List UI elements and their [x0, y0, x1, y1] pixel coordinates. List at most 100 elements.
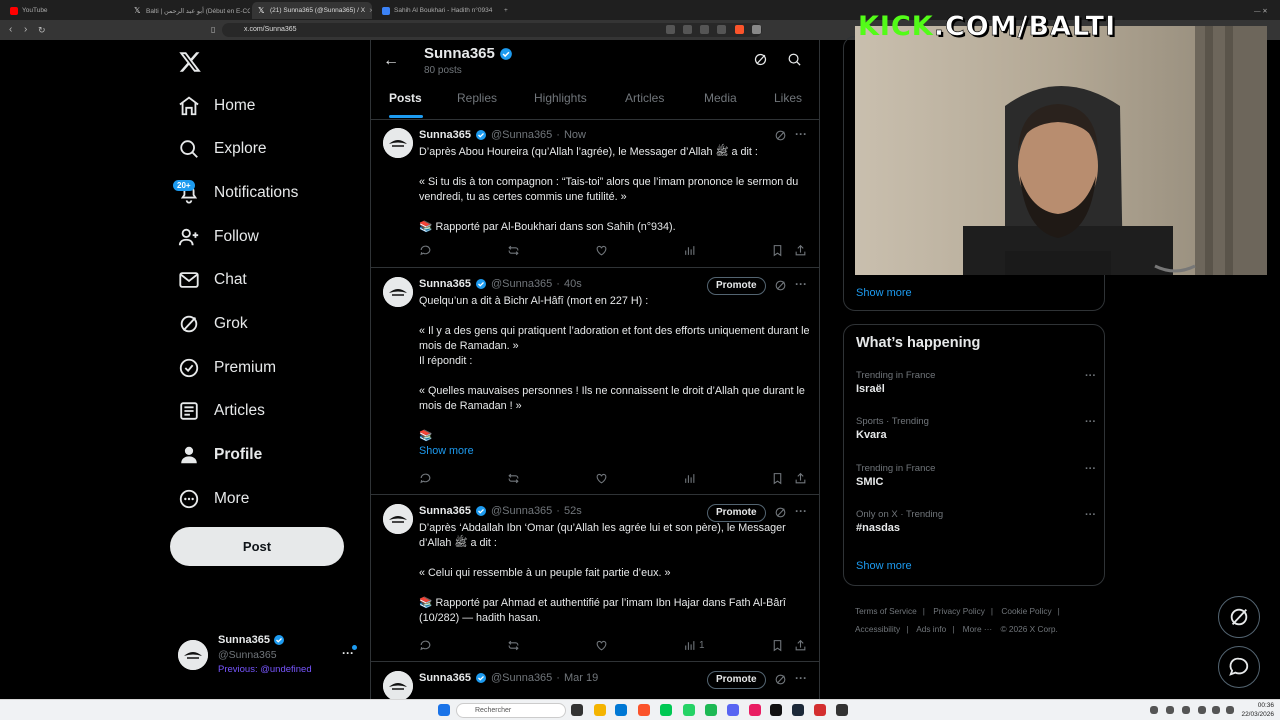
more-icon[interactable]: ··· — [795, 277, 807, 291]
grok-floating-button[interactable] — [1218, 596, 1260, 638]
tweet-time[interactable]: Now — [564, 129, 586, 141]
sidebar-item-profile[interactable]: Profile — [178, 438, 262, 472]
like-icon[interactable] — [595, 639, 608, 652]
reload-icon[interactable]: ↻ — [38, 24, 46, 36]
back-icon[interactable]: ‹ — [9, 24, 12, 36]
grok-icon[interactable] — [774, 279, 787, 292]
volume-icon[interactable] — [1212, 706, 1220, 714]
browser-tab[interactable]: 𝕏 Balti | أبو عبد الرحمن (Début en E-COM… — [128, 2, 250, 19]
translate-icon[interactable] — [666, 25, 675, 34]
sidebar-item-grok[interactable]: Grok — [178, 307, 248, 341]
taskbar-clock[interactable]: 00:36 22/03/2026 — [1238, 701, 1274, 719]
file-explorer-icon[interactable] — [594, 704, 606, 716]
trend-item[interactable]: Trending in France SMIC ··· — [856, 463, 1096, 488]
like-icon[interactable] — [595, 472, 608, 485]
reply-icon[interactable] — [419, 472, 432, 485]
windows-start-icon[interactable] — [438, 704, 450, 716]
rewards-icon[interactable] — [752, 25, 761, 34]
repost-icon[interactable] — [507, 472, 520, 485]
footer-link[interactable]: Cookie Policy — [1001, 606, 1051, 616]
app-icon[interactable] — [749, 704, 761, 716]
sidebar-item-articles[interactable]: Articles — [178, 394, 265, 428]
browser-tab[interactable]: YouTube — [4, 2, 128, 19]
search-icon[interactable] — [787, 52, 802, 67]
tab-articles[interactable]: Articles — [625, 91, 664, 105]
more-icon[interactable]: ··· — [1085, 463, 1096, 475]
app-icon[interactable] — [660, 704, 672, 716]
bookmark-icon[interactable] — [771, 472, 784, 485]
sidebar-item-home[interactable]: Home — [178, 89, 255, 123]
browser-tab-active[interactable]: 𝕏 (21) Sunna365 (@Sunna365) / X × — [252, 2, 372, 19]
show-more-link[interactable]: Show more — [856, 287, 912, 299]
bookmark-icon[interactable]: ▯ — [211, 24, 215, 36]
more-icon[interactable]: ··· — [795, 127, 807, 141]
author-handle[interactable]: @Sunna365 — [491, 672, 552, 684]
cast-icon[interactable] — [700, 25, 709, 34]
views-icon[interactable] — [683, 472, 699, 485]
grok-icon[interactable] — [753, 52, 768, 67]
sidebar-item-chat[interactable]: Chat — [178, 263, 247, 297]
more-icon[interactable]: ··· — [1085, 370, 1096, 382]
more-icon[interactable]: ··· — [1085, 509, 1096, 521]
wifi-icon[interactable] — [1198, 706, 1206, 714]
bookmark-icon[interactable] — [771, 639, 784, 652]
tab-posts[interactable]: Posts — [389, 91, 422, 105]
account-switcher[interactable]: Sunna365 @Sunna365 Previous: @undefined … — [178, 634, 368, 678]
x-logo[interactable] — [178, 50, 202, 74]
battery-icon[interactable] — [1226, 706, 1234, 714]
promote-button[interactable]: Promote — [707, 277, 766, 295]
tray-icon[interactable] — [1150, 706, 1158, 714]
grok-icon[interactable] — [774, 673, 787, 686]
whatsapp-icon[interactable] — [683, 704, 695, 716]
reply-icon[interactable] — [419, 244, 432, 257]
show-more-link[interactable]: Show more — [419, 444, 811, 459]
window-controls[interactable]: — ✕ — [1248, 2, 1276, 19]
footer-link[interactable]: Ads info — [916, 624, 946, 634]
tweet[interactable]: Sunna365 @Sunna365 · 40s Promote ··· Que… — [371, 269, 819, 495]
more-icon[interactable]: ··· — [1085, 416, 1096, 428]
footer-link[interactable]: More ··· — [963, 624, 993, 634]
promote-button[interactable]: Promote — [707, 504, 766, 522]
author-name[interactable]: Sunna365 — [419, 672, 471, 684]
reply-icon[interactable] — [419, 639, 432, 652]
sidebar-item-notifications[interactable]: Notifications — [178, 176, 298, 210]
tweet-time[interactable]: 52s — [564, 505, 582, 517]
tab-highlights[interactable]: Highlights — [534, 91, 587, 105]
author-name[interactable]: Sunna365 — [419, 505, 471, 517]
show-more-link[interactable]: Show more — [856, 560, 912, 572]
zoom-icon[interactable] — [683, 25, 692, 34]
repost-icon[interactable] — [507, 244, 520, 257]
share-icon[interactable] — [794, 472, 807, 485]
tab-media[interactable]: Media — [704, 91, 737, 105]
post-button[interactable]: Post — [170, 527, 344, 566]
close-tab-icon[interactable]: × — [369, 6, 372, 15]
tweet-time[interactable]: 40s — [564, 278, 582, 290]
share-icon[interactable] — [717, 25, 726, 34]
author-name[interactable]: Sunna365 — [419, 278, 471, 290]
app-icon[interactable] — [814, 704, 826, 716]
tweet[interactable]: Sunna365 @Sunna365 · Now ··· D’après Abo… — [371, 120, 819, 268]
more-icon[interactable]: ··· — [795, 671, 807, 685]
sidebar-item-premium[interactable]: Premium — [178, 351, 276, 385]
share-icon[interactable] — [794, 639, 807, 652]
footer-link[interactable]: Privacy Policy — [933, 606, 985, 616]
messages-floating-button[interactable] — [1218, 646, 1260, 688]
brave-icon[interactable] — [638, 704, 650, 716]
like-icon[interactable] — [595, 244, 608, 257]
share-icon[interactable] — [794, 244, 807, 257]
url-field[interactable]: x.com/Sunna365 — [222, 23, 762, 37]
tweet-time[interactable]: Mar 19 — [564, 672, 598, 684]
author-handle[interactable]: @Sunna365 — [491, 505, 552, 517]
tab-replies[interactable]: Replies — [457, 91, 497, 105]
new-tab-button[interactable]: + — [498, 2, 512, 19]
tab-likes[interactable]: Likes — [774, 91, 802, 105]
trend-item[interactable]: Only on X · Trending #nasdas ··· — [856, 509, 1096, 534]
tweet[interactable]: Sunna365 @Sunna365 · 52s Promote ··· D’a… — [371, 496, 819, 662]
repost-icon[interactable] — [507, 639, 520, 652]
footer-link[interactable]: Accessibility — [855, 624, 900, 634]
trend-item[interactable]: Trending in France Israël ··· — [856, 370, 1096, 395]
author-handle[interactable]: @Sunna365 — [491, 278, 552, 290]
back-arrow-icon[interactable]: ← — [383, 52, 399, 70]
brave-shield-icon[interactable] — [735, 25, 744, 34]
discord-icon[interactable] — [727, 704, 739, 716]
